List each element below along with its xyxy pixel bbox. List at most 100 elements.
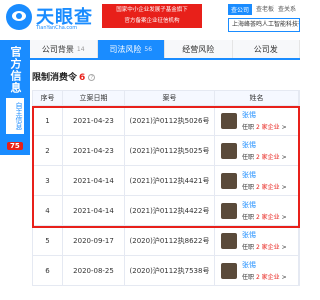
tab-company-background[interactable]: 公司背景 14 (30, 40, 98, 58)
table-row: 2 2021-04-23 (2021)沪0112执5025号 张惕任职 2 家企业 > (32, 136, 300, 166)
eye-logo-icon[interactable] (6, 4, 32, 30)
side-sub-tab[interactable]: 自主信息 (6, 98, 24, 134)
person-role: 任职 2 家企业 > (242, 242, 287, 251)
tab-judicial-risk[interactable]: 司法风险 56 (97, 40, 165, 58)
certification-banner[interactable]: 国家中小企业发展子基金旗下 官方备案企业征信机构 (102, 4, 202, 28)
table-row: 4 2021-04-14 (2021)沪0112执4422号 张惕任职 2 家企业 > (32, 196, 300, 226)
chevron-right-icon[interactable]: > (282, 154, 287, 161)
person-role: 任职 2 家企业 > (242, 122, 287, 131)
tab-count: 56 (144, 45, 153, 53)
logo-subtext: TianYanCha.com (36, 25, 78, 31)
search-tab-boss[interactable]: 查老板 (256, 4, 274, 15)
person-info: 张惕任职 2 家企业 > (242, 110, 287, 131)
person-name-link[interactable]: 张惕 (242, 200, 287, 210)
banner-line-1: 国家中小企业发展子基金旗下 (116, 7, 188, 13)
header-date: 立案日期 (63, 91, 125, 105)
row-case-number: (2020)沪0112执7538号 (125, 256, 215, 285)
row-index: 5 (33, 226, 63, 255)
person-name-link[interactable]: 张惕 (242, 110, 287, 120)
role-prefix: 任职 (242, 274, 255, 281)
person-name-link[interactable]: 张惕 (242, 170, 287, 180)
row-date: 2021-04-14 (63, 196, 125, 225)
search-tab-relation[interactable]: 查关系 (278, 4, 296, 15)
person-role: 任职 2 家企业 > (242, 212, 287, 221)
table-header: 序号 立案日期 案号 姓名 (32, 90, 300, 106)
row-person: 张惕任职 2 家企业 > (215, 136, 299, 165)
search-tab-company[interactable]: 查公司 (228, 4, 253, 15)
person-name-link[interactable]: 张惕 (242, 260, 287, 270)
tab-operating-risk[interactable]: 经营风险 (165, 40, 233, 58)
search-mode-tabs: 查公司 查老板 查关系 (228, 4, 300, 15)
person-role: 任职 2 家企业 > (242, 152, 287, 161)
header: 天眼查 TianYanCha.com 国家中小企业发展子基金旗下 官方备案企业征… (0, 0, 300, 40)
row-date: 2020-08-25 (63, 256, 125, 285)
table-row: 5 2020-09-17 (2020)沪0112执8622号 张惕任职 2 家企业 > (32, 226, 300, 256)
person-info: 张惕任职 2 家企业 > (242, 200, 287, 221)
row-index: 1 (33, 106, 63, 135)
person-role: 任职 2 家企业 > (242, 272, 287, 281)
avatar[interactable] (221, 142, 237, 159)
person-role: 任职 2 家企业 > (242, 182, 287, 191)
side-title[interactable]: 官方信息 (7, 46, 23, 94)
section-label: 限制消费令 (32, 73, 78, 83)
row-index: 6 (33, 256, 63, 285)
chevron-right-icon[interactable]: > (282, 124, 287, 131)
row-index: 2 (33, 136, 63, 165)
row-person: 张惕任职 2 家企业 > (215, 256, 299, 285)
chevron-right-icon[interactable]: > (282, 274, 287, 281)
company-count-link[interactable]: 2 家企业 (256, 244, 280, 251)
role-prefix: 任职 (242, 154, 255, 161)
tab-label: 公司背景 (41, 44, 74, 54)
tab-label: 司法风险 (109, 44, 142, 54)
avatar[interactable] (221, 262, 237, 279)
row-person: 张惕任职 2 家企业 > (215, 106, 299, 135)
banner-line-2: 官方备案企业征信机构 (124, 18, 180, 24)
company-count-link[interactable]: 2 家企业 (256, 124, 280, 131)
row-case-number: (2020)沪0112执8622号 (125, 226, 215, 255)
row-index: 4 (33, 196, 63, 225)
company-count-link[interactable]: 2 家企业 (256, 274, 280, 281)
search-input[interactable]: 上海峰荟鸣人工智能科技有限公司 (228, 18, 300, 32)
chevron-right-icon[interactable]: > (282, 214, 287, 221)
person-info: 张惕任职 2 家企业 > (242, 230, 287, 251)
row-date: 2020-09-17 (63, 226, 125, 255)
row-person: 张惕任职 2 家企业 > (215, 226, 299, 255)
avatar[interactable] (221, 112, 237, 129)
side-count-badge: 75 (7, 142, 23, 150)
company-count-link[interactable]: 2 家企业 (256, 214, 280, 221)
page: 天眼查 TianYanCha.com 国家中小企业发展子基金旗下 官方备案企业征… (0, 0, 300, 300)
person-info: 张惕任职 2 家企业 > (242, 140, 287, 161)
info-icon[interactable]: ? (88, 74, 96, 81)
row-person: 张惕任职 2 家企业 > (215, 166, 299, 195)
tab-company-development[interactable]: 公司发 (232, 40, 300, 58)
avatar[interactable] (221, 232, 237, 249)
row-date: 2021-04-14 (63, 166, 125, 195)
table-row: 1 2021-04-23 (2021)沪0112执5026号 张惕 任职 2 家企业 > (32, 106, 300, 136)
chevron-right-icon[interactable]: > (282, 244, 287, 251)
tab-label: 经营风险 (182, 44, 215, 54)
row-case-number: (2021)沪0112执5025号 (125, 136, 215, 165)
person-info: 张惕任职 2 家企业 > (242, 260, 287, 281)
role-prefix: 任职 (242, 124, 255, 131)
row-case-number: (2021)沪0112执4422号 (125, 196, 215, 225)
tab-count: 14 (76, 45, 85, 53)
table-row: 6 2020-08-25 (2020)沪0112执7538号 张惕任职 2 家企业 > (32, 256, 300, 286)
table-row: 3 2021-04-14 (2021)沪0112执4421号 张惕 任职 2 家企业 > (32, 166, 300, 196)
avatar[interactable] (221, 202, 237, 219)
chevron-right-icon[interactable]: > (282, 184, 287, 191)
restriction-table: 序号 立案日期 案号 姓名 1 2021-04-23 (2021)沪0112执502… (32, 90, 300, 286)
person-name-link[interactable]: 张惕 (242, 140, 287, 150)
section-title: 限制消费令 6? (32, 70, 96, 83)
role-prefix: 任职 (242, 214, 255, 221)
side-panel: 官方信息 自主信息 75 (0, 40, 30, 155)
category-tabs: 公司背景 14 司法风险 56 经营风险 公司发 (30, 40, 300, 60)
role-prefix: 任职 (242, 244, 255, 251)
company-count-link[interactable]: 2 家企业 (256, 184, 280, 191)
header-case-number: 案号 (125, 91, 215, 105)
company-search: 查公司 查老板 查关系 上海峰荟鸣人工智能科技有限公司 (228, 4, 300, 34)
company-count-link[interactable]: 2 家企业 (256, 154, 280, 161)
row-index: 3 (33, 166, 63, 195)
person-name-link[interactable]: 张惕 (242, 230, 287, 240)
row-date: 2021-04-23 (63, 136, 125, 165)
avatar[interactable] (221, 172, 237, 189)
